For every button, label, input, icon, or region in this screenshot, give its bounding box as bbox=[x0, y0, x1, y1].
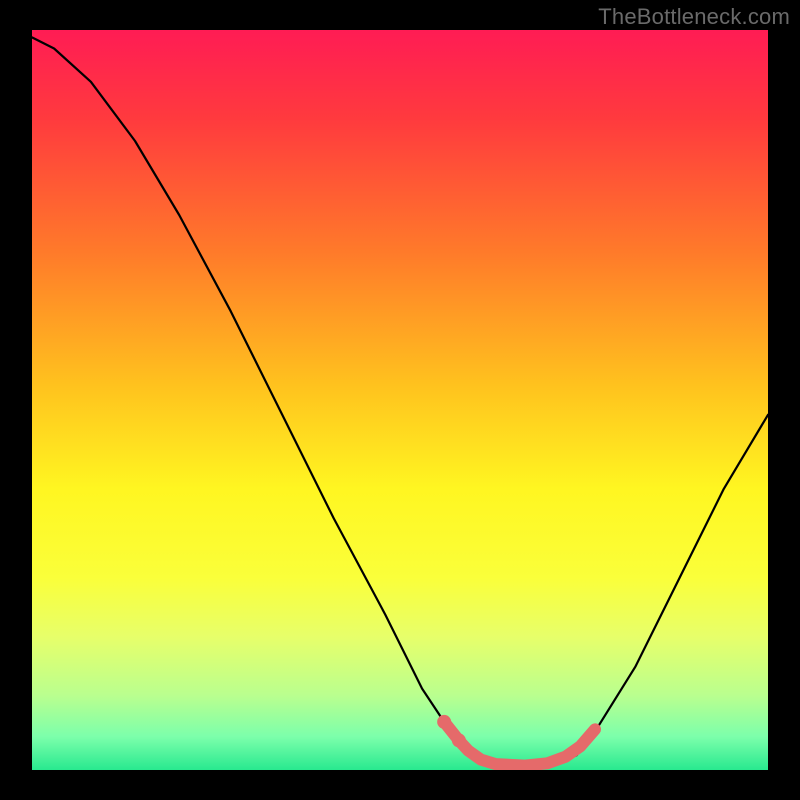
chart-frame: { "watermark": "TheBottleneck.com", "cha… bbox=[0, 0, 800, 800]
highlight-dot bbox=[437, 715, 451, 729]
plot-area bbox=[32, 30, 768, 770]
bottleneck-chart bbox=[0, 0, 800, 800]
highlight-dot bbox=[452, 733, 466, 747]
